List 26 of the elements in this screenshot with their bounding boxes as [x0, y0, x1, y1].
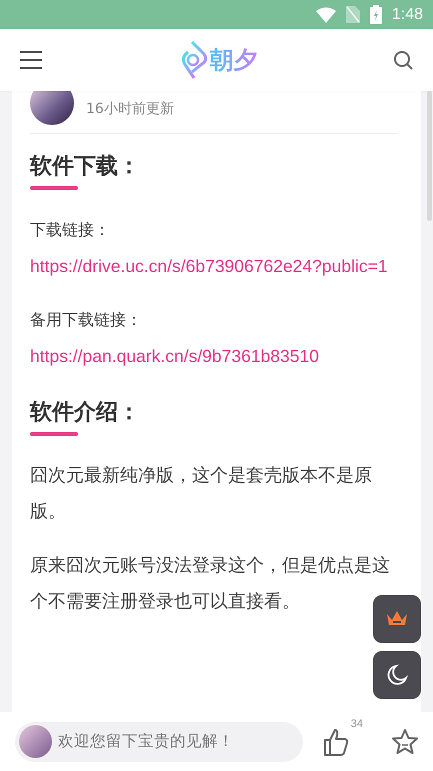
- wifi-icon: [316, 6, 336, 22]
- section-heading: 软件下载：: [30, 153, 141, 181]
- heading-underline: [30, 432, 78, 436]
- download-link[interactable]: https://drive.uc.cn/s/6b73906762e24?public=1: [30, 248, 397, 284]
- battery-icon: [370, 5, 382, 24]
- like-button[interactable]: [323, 728, 349, 756]
- comment-input[interactable]: 欢迎您留下宝贵的见解！: [15, 722, 303, 762]
- like-count: 34: [350, 718, 363, 730]
- download-link[interactable]: https://pan.quark.cn/s/9b7361b83510: [30, 338, 397, 374]
- author-avatar: [30, 91, 74, 125]
- update-time: 16小时前更新: [86, 100, 175, 118]
- user-avatar: [19, 725, 52, 758]
- no-sim-icon: [346, 6, 360, 23]
- link-label: 下载链接：: [30, 219, 111, 241]
- section-heading: 软件介绍：: [30, 399, 141, 427]
- menu-button[interactable]: [20, 51, 42, 69]
- heading-underline: [30, 186, 78, 190]
- status-time: 1:48: [392, 6, 423, 24]
- dark-mode-button[interactable]: [373, 651, 421, 699]
- link-label: 备用下载链接：: [30, 309, 143, 331]
- favorite-button[interactable]: [391, 728, 419, 755]
- search-button[interactable]: [393, 50, 413, 70]
- paragraph: 囧次元最新纯净版，这个是套壳版本不是原版。: [30, 464, 373, 524]
- moon-icon: [386, 664, 408, 686]
- paragraph: 原来囧次元账号没法登录这个，但是优点是这个不需要注册登录也可以直接看。: [30, 554, 391, 614]
- vip-button[interactable]: [373, 595, 421, 643]
